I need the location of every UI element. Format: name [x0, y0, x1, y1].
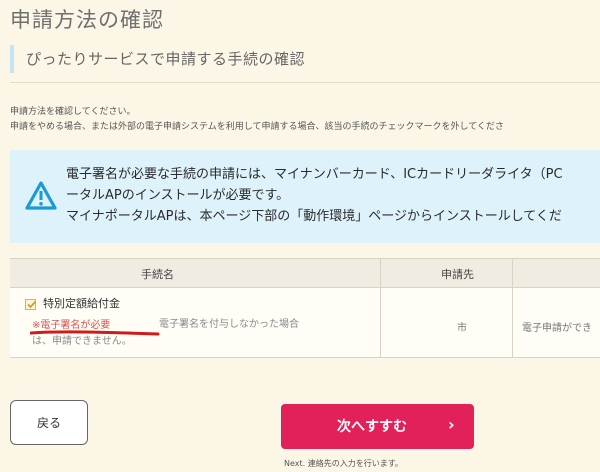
- header-procedure-name: 手続名: [141, 268, 174, 281]
- instructions-line-1: 申請方法を確認してください。: [10, 107, 136, 117]
- back-button-label: 戻る: [37, 416, 62, 430]
- destination-value: 市: [457, 323, 467, 334]
- next-note: Next. 連絡先の入力を行います。: [284, 459, 403, 468]
- chevron-right-icon: ›: [448, 415, 455, 434]
- column-divider: [380, 259, 381, 357]
- signature-note-line-1: 電子署名を付与しなかった場合: [159, 319, 299, 330]
- checkmark-icon: [27, 300, 37, 309]
- method-value: 電子申請ができ: [522, 323, 592, 334]
- next-button[interactable]: 次へすすむ ›: [281, 404, 474, 449]
- procedure-checkbox[interactable]: [25, 299, 37, 310]
- column-divider: [512, 259, 513, 357]
- notice-line-3: マイナポータルAPは、本ページ下部の「動作環境」ページからインストールしてくだ: [66, 209, 562, 224]
- page-title: 申請方法の確認: [10, 8, 164, 32]
- header-destination: 申請先: [441, 268, 474, 281]
- instructions: 申請方法を確認してください。 申請をやめる場合、または外部の電子申請システムを利…: [10, 105, 504, 135]
- annotation-underline: [30, 330, 160, 336]
- divider: [10, 82, 600, 83]
- instructions-line-2: 申請をやめる場合、または外部の電子申請システムを利用して申請する場合、該当の手続…: [10, 122, 504, 132]
- warning-icon: [25, 180, 57, 212]
- notice-line-2: ータルAPのインストールが必要です。: [66, 188, 290, 203]
- section-heading: ぴったりサービスで申請する手続の確認: [10, 45, 600, 73]
- back-button[interactable]: 戻る: [10, 400, 88, 445]
- section-heading-label: ぴったりサービスで申請する手続の確認: [26, 50, 306, 68]
- next-button-label: 次へすすむ: [337, 419, 407, 435]
- notice-box: 電子署名が必要な手続の申請には、マイナンバーカード、ICカードリーダライタ（PC…: [10, 150, 600, 243]
- notice-text: 電子署名が必要な手続の申請には、マイナンバーカード、ICカードリーダライタ（PC…: [66, 164, 563, 227]
- procedure-name: 特別定額給付金: [43, 297, 120, 310]
- notice-line-1: 電子署名が必要な手続の申請には、マイナンバーカード、ICカードリーダライタ（PC: [66, 167, 563, 182]
- procedure-table: 手続名 申請先 特別定額給付金 電子署名を付与しなかった場合 は、申請できません…: [10, 258, 600, 358]
